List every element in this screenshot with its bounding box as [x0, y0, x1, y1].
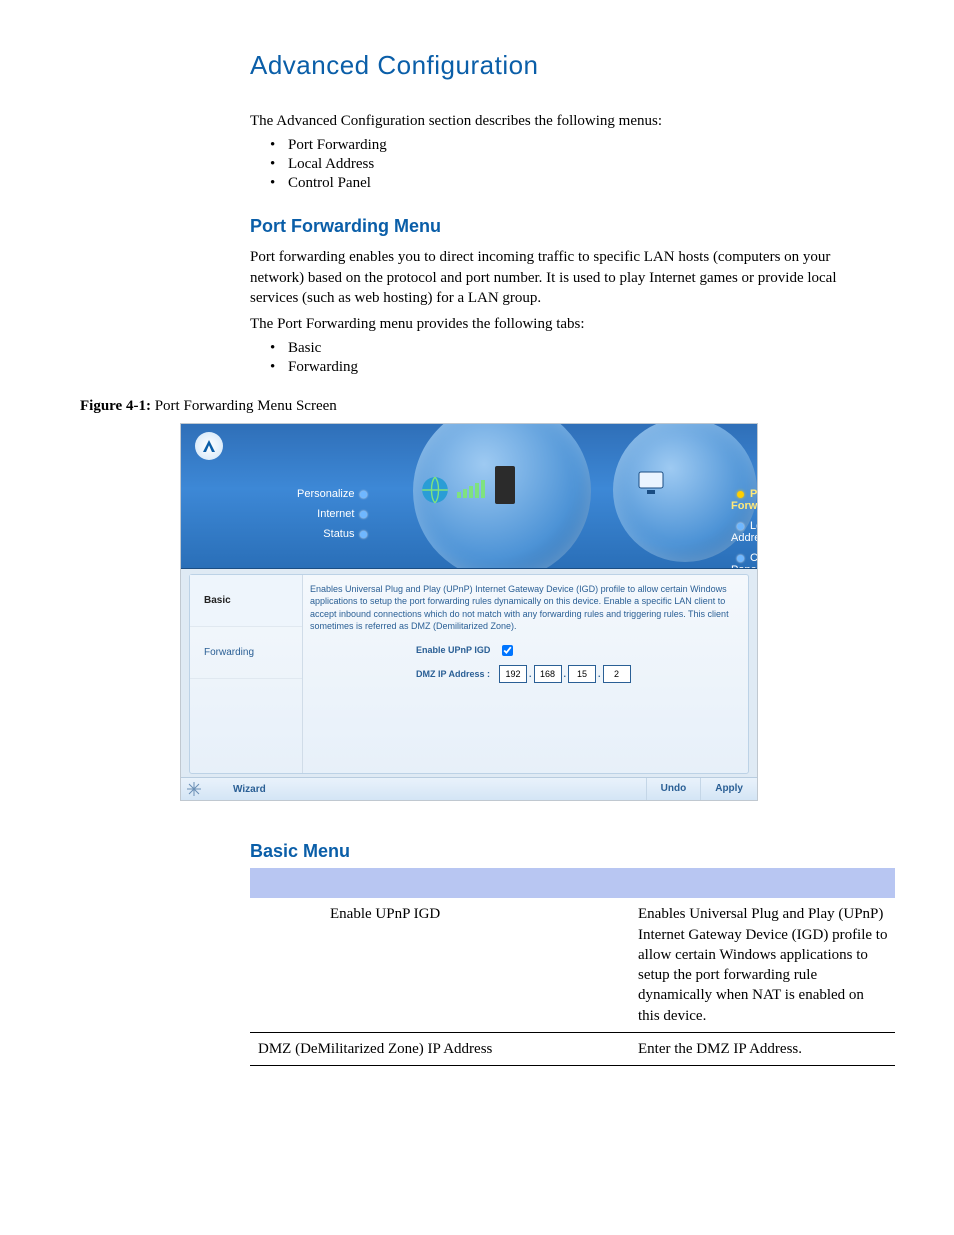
pf-paragraph-2: The Port Forwarding menu provides the fo…: [250, 314, 874, 334]
side-tabs: Basic Forwarding: [190, 575, 303, 773]
signal-bars-icon: [457, 480, 487, 498]
table-header-desc: [636, 868, 895, 898]
figure-caption: Figure 4-1: Port Forwarding Menu Screen: [80, 398, 874, 415]
nav-dot-icon: [737, 491, 744, 498]
nav-item-control-panel[interactable]: Control Panel: [731, 552, 757, 569]
undo-button[interactable]: Undo: [646, 778, 701, 800]
dmz-ip-octet-1[interactable]: [499, 665, 527, 683]
ip-dot: .: [598, 668, 601, 680]
figure-label: Figure 4-1:: [80, 398, 151, 414]
nav-item-personalize[interactable]: Personalize: [297, 488, 373, 500]
nav-left: Personalize Internet Status: [297, 480, 373, 548]
ip-dot: .: [529, 668, 532, 680]
row-dmz-ip: DMZ IP Address : . . .: [416, 665, 740, 683]
motorola-logo-icon: [195, 432, 223, 460]
intro-paragraph: The Advanced Configuration section descr…: [250, 111, 874, 131]
table-header-row: [250, 868, 895, 898]
globe-icon: [421, 476, 449, 504]
pf-tab-bullet: Forwarding: [270, 359, 874, 376]
nav-dot-icon: [360, 491, 367, 498]
cell-field: Enable UPnP IGD: [250, 898, 636, 1032]
dmz-ip-label: DMZ IP Address :: [416, 668, 490, 680]
router-ui-screenshot: Personalize Internet Status Port Forward…: [180, 423, 758, 801]
enable-upnp-checkbox[interactable]: [502, 645, 513, 656]
dmz-ip-octet-2[interactable]: [534, 665, 562, 683]
cell-desc: Enables Universal Plug and Play (UPnP) I…: [636, 898, 895, 1032]
intro-bullet: Local Address: [270, 156, 874, 173]
intro-bullet: Control Panel: [270, 175, 874, 192]
nav-item-port-forwarding[interactable]: Port Forwarding: [731, 488, 757, 512]
wizard-icon: [187, 782, 201, 796]
nav-dot-icon: [737, 555, 744, 562]
enable-upnp-label: Enable UPnP IGD: [416, 644, 490, 656]
nav-item-local-address[interactable]: Local Address: [731, 520, 757, 544]
tab-forwarding[interactable]: Forwarding: [190, 627, 302, 679]
port-forwarding-heading: Port Forwarding Menu: [250, 216, 874, 237]
table-header-field: [250, 868, 636, 898]
nav-item-internet[interactable]: Internet: [297, 508, 373, 520]
nav-right: Port Forwarding Local Address Control Pa…: [731, 480, 757, 569]
modem-icon: [495, 466, 515, 504]
dmz-ip-octet-3[interactable]: [568, 665, 596, 683]
ip-dot: .: [564, 668, 567, 680]
nav-dot-icon: [360, 531, 367, 538]
basic-menu-table: Enable UPnP IGD Enables Universal Plug a…: [250, 868, 895, 1066]
ui-footer: Wizard Undo Apply: [181, 777, 757, 800]
cell-field: DMZ (DeMilitarized Zone) IP Address: [250, 1032, 636, 1065]
pf-tab-bullet: Basic: [270, 340, 874, 357]
panel-description: Enables Universal Plug and Play (UPnP) I…: [310, 583, 740, 632]
nav-dot-icon: [360, 511, 367, 518]
figure-caption-text: Port Forwarding Menu Screen: [151, 398, 337, 414]
table-row: Enable UPnP IGD Enables Universal Plug a…: [250, 898, 895, 1032]
ui-body: Basic Forwarding Enables Universal Plug …: [189, 574, 749, 774]
dmz-ip-octet-4[interactable]: [603, 665, 631, 683]
chapter-title: Advanced Configuration: [250, 50, 874, 81]
intro-bullets: Port Forwarding Local Address Control Pa…: [270, 137, 874, 192]
nav-dot-icon: [737, 523, 744, 530]
nav-item-status[interactable]: Status: [297, 528, 373, 540]
ui-header: Personalize Internet Status Port Forward…: [181, 424, 757, 569]
wizard-button[interactable]: Wizard: [207, 784, 266, 795]
basic-menu-heading: Basic Menu: [250, 841, 874, 862]
intro-bullet: Port Forwarding: [270, 137, 874, 154]
tab-basic[interactable]: Basic: [190, 575, 302, 627]
apply-button[interactable]: Apply: [700, 778, 757, 800]
cell-desc: Enter the DMZ IP Address.: [636, 1032, 895, 1065]
pf-paragraph-1: Port forwarding enables you to direct in…: [250, 247, 874, 308]
pf-tab-bullets: Basic Forwarding: [270, 340, 874, 376]
table-row: DMZ (DeMilitarized Zone) IP Address Ente…: [250, 1032, 895, 1065]
monitor-icon: [637, 470, 667, 496]
panel-content: Enables Universal Plug and Play (UPnP) I…: [310, 583, 740, 765]
row-enable-upnp: Enable UPnP IGD: [416, 642, 740, 659]
